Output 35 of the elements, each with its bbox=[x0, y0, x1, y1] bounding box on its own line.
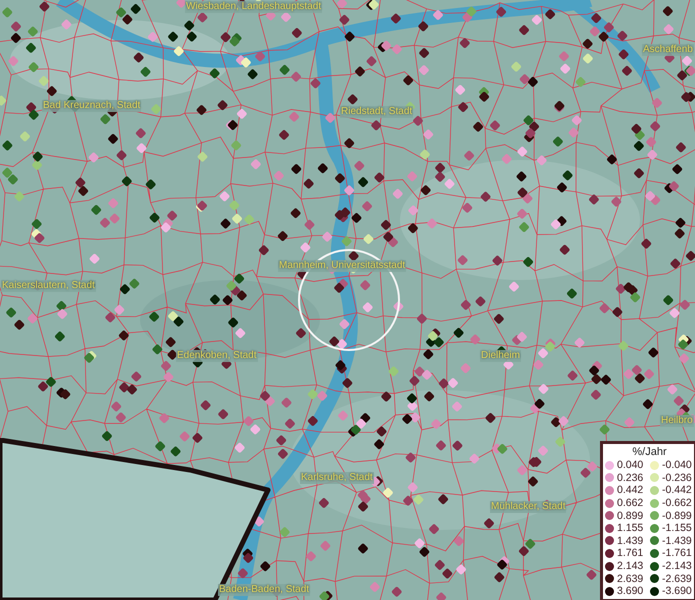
legend-value: -2.143 bbox=[662, 560, 693, 572]
legend-value: -0.899 bbox=[662, 510, 693, 522]
city-label: Riedstadt, Stadt bbox=[340, 106, 414, 118]
legend-value: 1.761 bbox=[617, 547, 644, 560]
city-label: Mühlacker, Stadt bbox=[490, 501, 566, 513]
legend-value: -0.662 bbox=[662, 497, 693, 510]
city-label: Karlsruhe, Stadt bbox=[300, 472, 374, 484]
legend-value: 0.040 bbox=[617, 459, 644, 472]
legend-value: 2.143 bbox=[617, 560, 644, 572]
legend-value: 2.639 bbox=[617, 572, 644, 585]
legend-value: -0.236 bbox=[662, 472, 693, 484]
legend-value: 0.899 bbox=[617, 510, 644, 522]
legend-value: -1.761 bbox=[662, 547, 693, 560]
legend-value: -0.442 bbox=[662, 484, 693, 496]
city-label: Edenkoben, Stadt bbox=[176, 350, 258, 362]
legend-value: -1.439 bbox=[662, 534, 693, 547]
city-label: Wiesbaden, Landeshauptstadt bbox=[185, 1, 322, 13]
legend-value: 0.442 bbox=[617, 484, 644, 496]
legend-value: -2.639 bbox=[662, 572, 693, 585]
city-label: Heilbro bbox=[660, 415, 694, 427]
legend-value: -0.040 bbox=[662, 459, 693, 472]
legend-title: %/Jahr bbox=[631, 446, 668, 459]
legend-value: -3.690 bbox=[662, 585, 693, 598]
city-label: Mannheim, Universitätsstadt bbox=[278, 260, 406, 272]
city-label: Aschaffenb bbox=[642, 44, 694, 56]
legend-value: 1.439 bbox=[617, 534, 644, 547]
legend-value: 0.236 bbox=[617, 472, 644, 484]
city-label: Baden-Baden, Stadt bbox=[218, 584, 310, 596]
legend-value: 1.155 bbox=[617, 522, 644, 534]
city-label: Bad Kreuznach, Stadt bbox=[42, 100, 142, 112]
city-label: Kaiserslautern, Stadt bbox=[1, 280, 96, 292]
legend-value: -1.155 bbox=[662, 522, 693, 534]
city-label: Dielheim bbox=[480, 350, 521, 362]
legend-value: 0.662 bbox=[617, 497, 644, 510]
legend-value: 3.690 bbox=[617, 585, 644, 598]
